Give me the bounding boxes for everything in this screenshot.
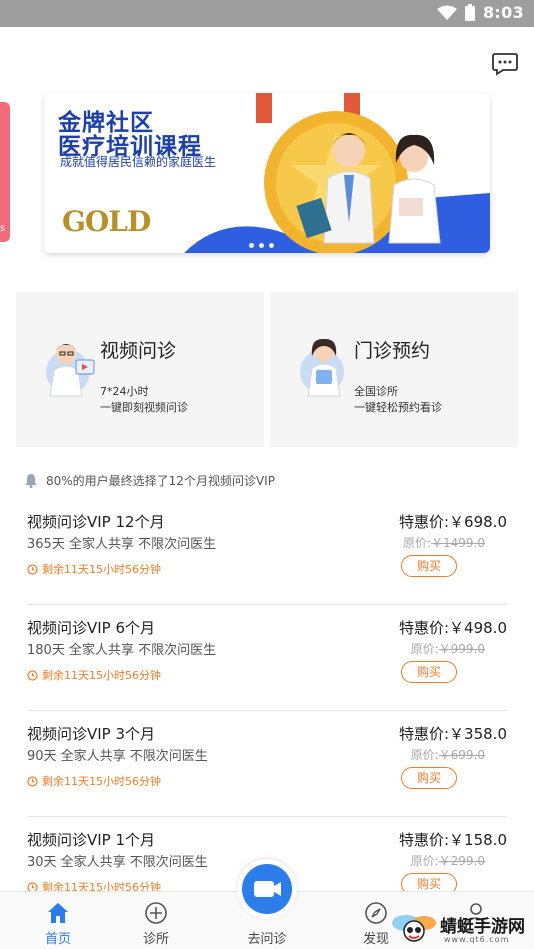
plan-desc: 90天 全家人共享 不限次问医生 (27, 749, 208, 764)
prev-card-label: s (0, 223, 6, 234)
plan-desc: 180天 全家人共享 不限次问医生 (27, 643, 217, 658)
carousel-dot (249, 243, 254, 248)
original-price-label: 原价: (410, 854, 439, 868)
plan-row[interactable]: 视频问诊VIP 3个月 90天 全家人共享 不限次问医生 剩余11天15小时56… (27, 711, 507, 817)
tab-home-label: 首页 (44, 932, 71, 947)
clinic-appointment-line1: 全国诊所 (354, 385, 398, 398)
countdown-text: 剩余11天15小时56分钟 (42, 669, 161, 682)
original-price-value: ￥999.0 (438, 642, 485, 656)
original-price-value: ￥1499.0 (431, 536, 485, 550)
notice-text: 80%的用户最终选择了12个月视频问诊VIP (46, 474, 275, 488)
status-bar: 8:03 (0, 0, 534, 27)
buy-button[interactable]: 购买 (401, 661, 457, 683)
status-time: 8:03 (483, 3, 524, 22)
watermark: 蜻蜓手游网 www.qt6.com (390, 905, 534, 949)
clock-icon (27, 669, 38, 681)
original-price-label: 原价: (402, 536, 431, 550)
video-consult-line2: 一键即刻视频问诊 (100, 401, 188, 414)
plan-row[interactable]: 视频问诊VIP 6个月 180天 全家人共享 不限次问医生 剩余11天15小时5… (27, 605, 507, 711)
original-price-label: 原价: (410, 642, 439, 656)
tab-clinic-label: 诊所 (142, 932, 169, 947)
original-price: 原价:￥999.0 (411, 640, 485, 657)
clinic-appointment-card[interactable]: 门诊预约 全国诊所 一键轻松预约看诊 (270, 292, 518, 447)
countdown-text: 剩余11天15小时56分钟 (42, 775, 161, 788)
gold-logo: GOLD (62, 205, 151, 238)
buy-button[interactable]: 购买 (401, 767, 457, 789)
dragonfly-mascot-icon (392, 915, 436, 942)
clock-icon (27, 775, 38, 787)
clock-icon (27, 563, 38, 575)
carousel-indicators (249, 243, 274, 248)
video-consult-title: 视频问诊 (100, 340, 177, 362)
countdown: 剩余11天15小时56分钟 (27, 773, 161, 789)
carousel-dot (259, 243, 264, 248)
carousel-dot (269, 243, 274, 248)
original-price: 原价:￥1499.0 (403, 534, 485, 551)
original-price: 原价:￥299.0 (411, 852, 485, 869)
original-price: 原价:￥699.0 (411, 746, 485, 763)
plan-row[interactable]: 视频问诊VIP 12个月 365天 全家人共享 不限次问医生 剩余11天15小时… (27, 499, 507, 605)
plus-circle-icon (145, 902, 167, 924)
watermark-url: www.qt6.com (444, 935, 510, 944)
countdown: 剩余11天15小时56分钟 (27, 561, 161, 577)
original-price-label: 原价: (410, 748, 439, 762)
home-icon (48, 903, 68, 923)
plan-name: 视频问诊VIP 12个月 (27, 513, 165, 531)
buy-button[interactable]: 购买 (401, 555, 457, 577)
message-button[interactable] (492, 52, 518, 76)
chat-bubble-icon (492, 53, 518, 76)
sale-price: 特惠价:￥698.0 (399, 513, 507, 531)
notice-bar: 80%的用户最终选择了12个月视频问诊VIP (24, 472, 275, 489)
tab-clinic[interactable]: 诊所 (121, 892, 191, 949)
plan-name: 视频问诊VIP 6个月 (27, 619, 156, 637)
sale-price: 特惠价:￥498.0 (399, 619, 507, 637)
sale-price: 特惠价:￥358.0 (399, 725, 507, 743)
original-price-value: ￥299.0 (438, 854, 485, 868)
plan-name: 视频问诊VIP 1个月 (27, 831, 156, 849)
promo-banner[interactable]: 金牌社区 医疗培训课程 成就值得居民信赖的家庭医生 GOLD (44, 93, 490, 253)
tab-consult-label: 去问诊 (247, 932, 287, 947)
clinic-appointment-title: 门诊预约 (354, 340, 431, 362)
nurse-avatar-icon (300, 338, 344, 397)
carousel-prev-card[interactable]: s (0, 102, 10, 242)
compass-icon (365, 902, 387, 924)
plan-desc: 365天 全家人共享 不限次问医生 (27, 537, 217, 552)
battery-icon (465, 4, 475, 21)
plan-name: 视频问诊VIP 3个月 (27, 725, 156, 743)
plan-desc: 30天 全家人共享 不限次问医生 (27, 855, 208, 870)
tab-home[interactable]: 首页 (23, 892, 93, 949)
original-price-value: ￥699.0 (438, 748, 485, 762)
video-camera-icon (254, 881, 281, 897)
bell-icon (25, 474, 37, 488)
start-consult-button[interactable] (237, 859, 297, 919)
watermark-title: 蜻蜓手游网 (440, 917, 525, 937)
banner-subtitle: 成就值得居民信赖的家庭医生 (60, 155, 217, 169)
countdown: 剩余11天15小时56分钟 (27, 667, 161, 683)
countdown-text: 剩余11天15小时56分钟 (42, 563, 161, 576)
clinic-appointment-line2: 一键轻松预约看诊 (354, 401, 442, 414)
video-consult-line1: 7*24小时 (100, 385, 149, 398)
video-consult-card[interactable]: 视频问诊 7*24小时 一键即刻视频问诊 (16, 292, 264, 447)
sale-price: 特惠价:￥158.0 (399, 831, 507, 849)
doctor-avatar-icon (46, 344, 95, 397)
wifi-icon (437, 5, 457, 20)
